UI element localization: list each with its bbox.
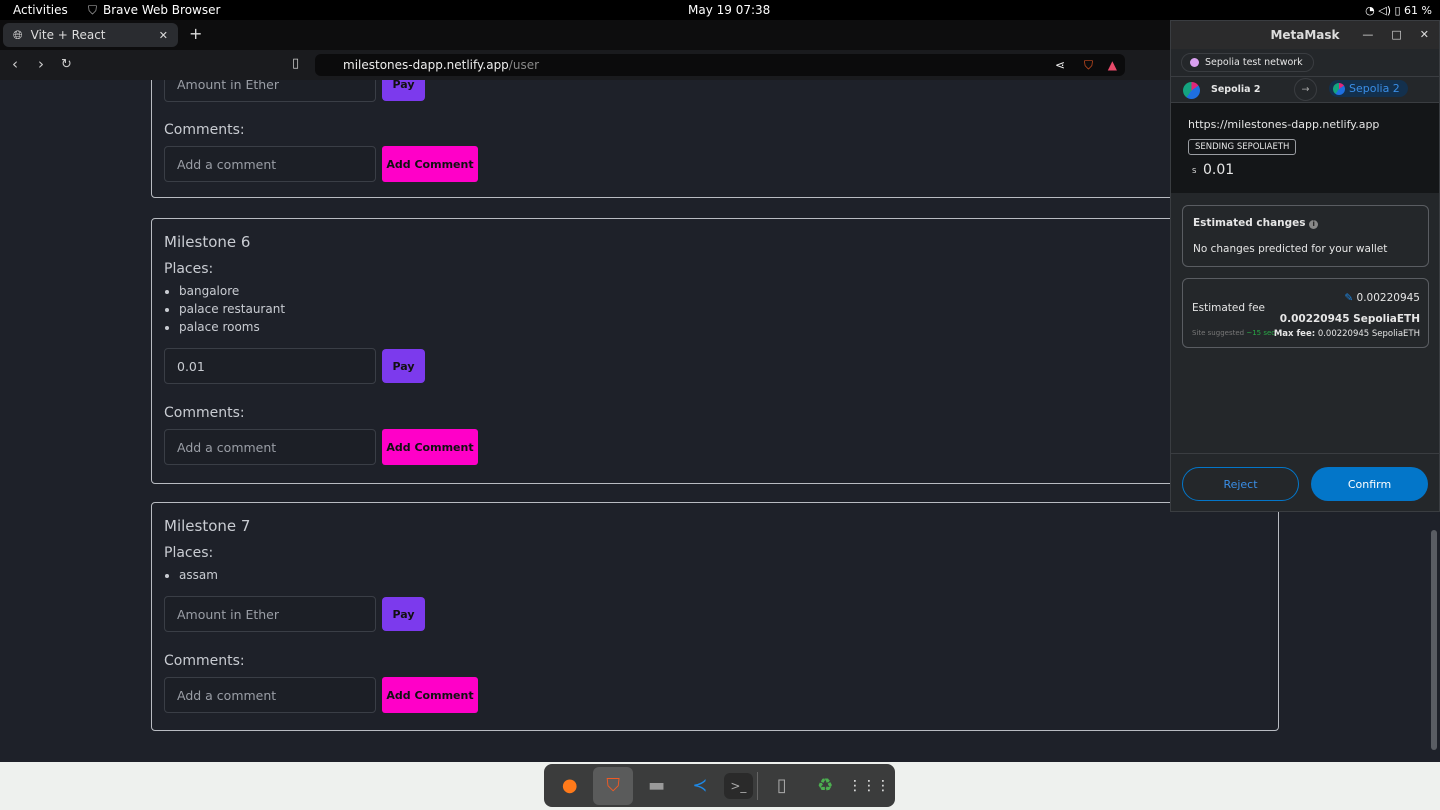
comments-label: Comments:: [164, 122, 245, 138]
account-row: Sepolia 2 → Sepolia 2: [1171, 77, 1439, 103]
add-comment-button[interactable]: Add Comment: [382, 146, 478, 182]
milestone-title: Milestone 7: [164, 517, 251, 535]
back-icon[interactable]: ‹: [12, 55, 18, 73]
dock: ● ⛉ ▬ ≺ >_ ▯ ♻ ⋮⋮⋮: [544, 764, 895, 807]
to-account-name: Sepolia 2: [1349, 82, 1400, 95]
brave-icon: ⛉: [88, 2, 98, 17]
activities-button[interactable]: Activities: [13, 3, 68, 17]
device-icon[interactable]: ▯: [762, 767, 801, 805]
maximize-icon[interactable]: □: [1391, 28, 1401, 41]
account-avatar: [1183, 82, 1200, 99]
site-suggested[interactable]: Site suggested: [1192, 329, 1244, 337]
app-grid-icon[interactable]: ⋮⋮⋮: [848, 767, 890, 805]
terminal-icon[interactable]: >_: [723, 772, 754, 799]
url-host: milestones-dapp.netlify.app: [343, 58, 509, 72]
url-path: /user: [508, 58, 540, 72]
account-avatar: [1333, 82, 1345, 95]
places-label: Places:: [164, 545, 214, 561]
metamask-window: MetaMask — □ ✕ Sepolia test network Sepoli…: [1170, 20, 1440, 512]
battery-level: 61 %: [1404, 3, 1432, 17]
comment-input[interactable]: Add a comment: [164, 146, 376, 182]
estimated-changes-box: Estimated changes i No changes predicted…: [1182, 205, 1429, 267]
tab-title: Vite + React: [30, 28, 106, 42]
amount-input[interactable]: Amount in Ether: [164, 596, 376, 632]
reject-button[interactable]: Reject: [1182, 467, 1299, 501]
estimated-changes-title: Estimated changes: [1193, 217, 1306, 229]
footer-divider: [1171, 453, 1439, 454]
close-tab-icon[interactable]: ✕: [159, 29, 168, 42]
action-badge: SENDING SEPOLIAETH: [1188, 139, 1297, 155]
network-dot-icon: [1190, 58, 1199, 67]
tab-vite-react[interactable]: 🌐︎ Vite + React ✕: [3, 23, 178, 47]
brave-shields-icon[interactable]: ⛉: [1084, 58, 1093, 73]
metamask-title-bar: MetaMask — □ ✕: [1171, 21, 1439, 49]
transaction-summary: https://milestones-dapp.netlify.app SEND…: [1171, 103, 1439, 193]
amount-input[interactable]: 0.01: [164, 348, 376, 384]
comment-input[interactable]: Add a comment: [164, 677, 376, 713]
fee-value: 0.00220945: [1356, 292, 1420, 304]
page-scrollbar[interactable]: [1431, 530, 1437, 750]
pay-button[interactable]: Pay: [382, 349, 425, 383]
token-symbol-icon: S: [1192, 167, 1197, 175]
info-icon[interactable]: i: [1309, 220, 1319, 229]
trash-icon[interactable]: ♻: [806, 767, 845, 805]
network-row: Sepolia test network: [1171, 49, 1439, 77]
pay-button[interactable]: Pay: [382, 597, 425, 631]
max-fee-label: Max fee:: [1273, 329, 1316, 339]
files-icon[interactable]: ▬: [637, 767, 676, 805]
fee-label: Estimated fee: [1192, 302, 1265, 314]
brave-icon[interactable]: ⛉: [593, 766, 633, 805]
estimated-time: ~15 sec: [1246, 329, 1276, 337]
to-account[interactable]: Sepolia 2: [1329, 80, 1408, 97]
origin-url: https://milestones-dapp.netlify.app: [1188, 118, 1380, 131]
confirm-button[interactable]: Confirm: [1311, 467, 1428, 501]
milestone-card-6: Milestone 6 Places: bangalore palace res…: [151, 218, 1279, 484]
window-title: MetaMask: [1270, 28, 1340, 42]
send-amount: 0.01: [1203, 162, 1235, 178]
add-comment-button[interactable]: Add Comment: [382, 677, 478, 713]
globe-icon: 🌐︎: [13, 27, 23, 42]
network-selector[interactable]: Sepolia test network: [1181, 53, 1314, 72]
system-top-bar: Activities ⛉ Brave Web Browser May 19 07:…: [0, 0, 1440, 20]
comments-label: Comments:: [164, 653, 245, 669]
places-list: assam: [179, 566, 218, 584]
app-menu[interactable]: ⛉ Brave Web Browser: [88, 3, 220, 18]
minimize-icon[interactable]: —: [1362, 28, 1373, 41]
app-name: Brave Web Browser: [103, 3, 221, 17]
share-icon[interactable]: ⋖: [1055, 58, 1065, 72]
estimated-fee-box: Estimated fee ✎ 0.00220945 0.00220945 Se…: [1182, 278, 1429, 348]
amount-input[interactable]: Amount in Ether: [164, 80, 376, 102]
place-item: palace restaurant: [179, 300, 285, 318]
forward-icon[interactable]: ›: [38, 55, 44, 73]
vscode-icon[interactable]: ≺: [680, 767, 719, 805]
milestone-card: Amount in Ether Pay Comments: Add a comm…: [151, 80, 1279, 198]
network-name: Sepolia test network: [1205, 57, 1303, 68]
address-bar[interactable]: milestones-dapp.netlify.app/user ⋖ ⛉ ▲: [315, 54, 1125, 76]
system-status[interactable]: ◔ ◁) ▯ 61 %: [1365, 4, 1432, 17]
clock[interactable]: May 19 07:38: [688, 3, 770, 17]
close-icon[interactable]: ✕: [1420, 28, 1429, 41]
places-label: Places:: [164, 261, 214, 277]
milestone-title: Milestone 6: [164, 233, 251, 251]
comment-input[interactable]: Add a comment: [164, 429, 376, 465]
comments-label: Comments:: [164, 405, 245, 421]
edit-fee-icon[interactable]: ✎: [1344, 292, 1353, 304]
milestone-card-7: Milestone 7 Places: assam Amount in Ethe…: [151, 502, 1279, 731]
firefox-icon[interactable]: ●: [550, 767, 589, 805]
new-tab-button[interactable]: +: [189, 24, 202, 43]
place-item: assam: [179, 566, 218, 584]
bookmark-icon[interactable]: ▯: [292, 56, 299, 71]
place-item: palace rooms: [179, 318, 285, 336]
pay-button[interactable]: Pay: [382, 80, 425, 101]
reload-icon[interactable]: ↻: [61, 57, 72, 72]
fee-total: 0.00220945 SepoliaETH: [1279, 313, 1420, 325]
add-comment-button[interactable]: Add Comment: [382, 429, 478, 465]
from-account[interactable]: Sepolia 2: [1211, 84, 1260, 95]
place-item: bangalore: [179, 282, 285, 300]
places-list: bangalore palace restaurant palace rooms: [179, 282, 285, 336]
max-fee-value: 0.00220945 SepoliaETH: [1317, 329, 1420, 339]
brave-rewards-icon[interactable]: ▲: [1108, 58, 1117, 72]
estimated-changes-text: No changes predicted for your wallet: [1193, 243, 1388, 255]
arrow-right-icon: →: [1294, 78, 1317, 101]
